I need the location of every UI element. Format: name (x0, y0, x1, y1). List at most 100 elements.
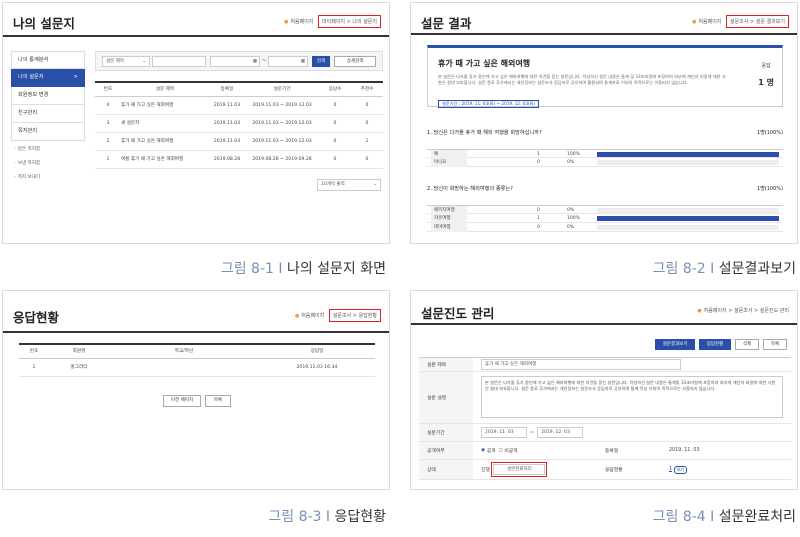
sidebar-sub-send[interactable]: · 쪽지 보내기 (11, 173, 85, 183)
previous-page-button[interactable]: 이전 페이지 (163, 395, 201, 407)
option-label: 테마여행 (431, 223, 467, 232)
response-table: 번호 회원명 학교/학년 응답일 1 홍그라더 2019.11.03 16:34 (19, 343, 375, 377)
cell: 0 (319, 150, 351, 169)
breadcrumb-highlight: 마이페이지 > 나의 설문지 (318, 15, 381, 28)
cell-title[interactable]: 여름 휴가 때 가고 싶은 해외여행 (121, 150, 209, 169)
option-label: 자유여행 (431, 214, 467, 223)
title-input[interactable]: 휴가 때 가고 싶은 해외여행 (481, 359, 681, 370)
table-row[interactable]: 2 휴가 때 가고 싶은 해외여행 2019.11.03 2019.11.03 ~ 2… (95, 132, 383, 151)
end-date-field[interactable]: ▦ (268, 56, 308, 67)
response-status-button[interactable]: 응답현황 (699, 339, 731, 350)
breadcrumb-home[interactable]: 처음페이지 (698, 19, 721, 25)
breadcrumb-home[interactable]: 처음페이지 (704, 308, 727, 314)
title-divider (3, 35, 389, 37)
sidebar-item-friends[interactable]: 친구관리 (11, 105, 85, 123)
cell (109, 358, 259, 377)
calendar-icon[interactable]: ▦ (253, 57, 257, 67)
cell-title[interactable]: 휴가 때 가고 싶은 해외여행 (121, 132, 209, 151)
row-period: 설문기간 2019. 11. 03 ~ 2019. 12. 03 (419, 424, 791, 442)
label-title: 설문 제목 (419, 358, 473, 371)
cell: 0 (319, 132, 351, 151)
breadcrumb-survey[interactable]: 설문조사 (730, 19, 748, 25)
start-date-field[interactable]: 2019. 11. 03 (481, 427, 527, 438)
search-button[interactable]: 검색 (312, 56, 330, 67)
sidebar-sub-sent[interactable]: · 보낸 쪽지함 (11, 159, 85, 169)
breadcrumb-survey[interactable]: 설문조사 (333, 313, 351, 319)
breadcrumb-survey[interactable]: 설문조사 (734, 308, 752, 314)
view-responses-button[interactable]: 보기 (673, 465, 687, 474)
sidebar-sub-inbox[interactable]: · 받은 쪽지함 (11, 145, 85, 155)
sidebar-item-stats[interactable]: 나의 통계분석 (11, 51, 85, 69)
list-button[interactable]: 목록 (205, 395, 231, 407)
sidebar-item-my-survey[interactable]: 나의 설문지 > (11, 69, 85, 87)
calendar-icon[interactable]: ▦ (301, 57, 305, 67)
question-2-results: 패키지여행 0 0% 자유여행 1 100% 테마여행 0 0% (427, 205, 783, 232)
response-status-screenshot: 응답현황 ● 처음페이지 설문조사 > 응답현황 번호 회원명 학교/학년 응답일… (2, 290, 390, 490)
search-type-select[interactable]: 설문 제목 ⌄ (102, 56, 150, 67)
select-value: 설문 제목 (106, 59, 124, 64)
breadcrumb-home[interactable]: 처음페이지 (301, 313, 324, 319)
status-text: 진행 (481, 468, 490, 473)
start-date-field[interactable]: ▦ (210, 56, 260, 67)
cell: 2019.11.03 ~ 2019.12.03 (245, 96, 319, 115)
page-size-select[interactable]: 10개씩 출력 ⌄ (317, 179, 381, 191)
sidebar-item-messages[interactable]: 쪽지관리 (11, 123, 85, 141)
complete-survey-button[interactable]: 설문완료처리 (493, 464, 546, 475)
survey-period: 설문기간 : 2019. 11. 03(화) ~ 2019. 12. 03(화) (438, 100, 540, 108)
survey-result-screenshot: 설문 결과 ● 처음페이지 설문조사 > 설문 결과보기 휴가 때 가고 싶은 해… (410, 2, 798, 244)
figure-caption-4: 그림 8-4 I 설문완료처리 (653, 506, 796, 526)
table-row[interactable]: 3새 설문지 2019.11.03 2019.11.03 ~ 2019.12.03 0… (95, 114, 383, 133)
table-row[interactable]: 4 휴가 때 가고 싶은 해외여행 2019.11.03 2019.11.03 ~ 2… (95, 96, 383, 115)
cell: 2019.11.03 (209, 114, 245, 133)
sidebar-item-profile[interactable]: 회원정보 변경 (11, 87, 85, 105)
table-row[interactable]: 1 홍그라더 2019.11.03 16:34 (19, 358, 375, 377)
end-date-field[interactable]: 2019. 12. 03 (537, 427, 584, 438)
result-row: 아니요 0 0% (427, 158, 783, 167)
date-value: 2019. 12. 03 (541, 430, 570, 435)
result-row: 자유여행 1 100% (427, 214, 783, 223)
label-status: 상태 (419, 460, 473, 479)
label-period: 설문기간 (419, 424, 473, 441)
home-icon: ● (294, 313, 300, 319)
delete-button[interactable]: 삭제 (735, 339, 759, 350)
list-button[interactable]: 목록 (763, 339, 787, 350)
col-member: 회원명 (49, 343, 109, 359)
breadcrumb-home[interactable]: 처음페이지 (290, 19, 313, 25)
cell-title[interactable]: 휴가 때 가고 싶은 해외여행 (121, 96, 209, 115)
survey-table: 번호 설문 제목 등록일 설문기간 응답수 추천수 4 휴가 때 가고 싶은 해외… (95, 81, 383, 169)
page-title: 응답현황 (13, 310, 60, 325)
cell: 2019.11.03 ~ 2019.12.03 (245, 114, 319, 133)
result-row: 테마여행 0 0% (427, 223, 783, 232)
col-title: 설문 제목 (121, 81, 209, 97)
cell: 2019.11.03 16:34 (259, 358, 375, 377)
date-separator: ~ (530, 429, 535, 436)
cell: 0 (351, 114, 383, 133)
option-label: 아니요 (431, 158, 467, 167)
description-textarea[interactable]: 본 설문은 다가올 휴가 중인에 가고 싶은 해외여행에 대한 의견을 묻는 설… (481, 376, 783, 418)
option-bar (597, 225, 779, 230)
figure-number: 그림 8-4 I (652, 509, 719, 525)
my-survey-screenshot: 나의 설문지 ● 처음페이지 마이페이지 > 나의 설문지 나의 통계분석 나의 … (2, 2, 390, 244)
table-row[interactable]: 1 여름 휴가 때 가고 싶은 해외여행 2019.08.28 2019.08.28 … (95, 150, 383, 169)
col-date: 등록일 (209, 81, 245, 97)
view-results-button[interactable]: 설문결과보기 (655, 339, 695, 350)
figure-text: 나의 설문지 화면 (286, 261, 386, 277)
option-count: 0 (537, 160, 540, 165)
detail-search-button[interactable]: 상세검색 (334, 56, 376, 67)
date-separator: ~ (262, 58, 267, 64)
breadcrumb-mypage[interactable]: 마이페이지 (322, 19, 345, 25)
sidebar: 나의 통계분석 나의 설문지 > 회원정보 변경 친구관리 쪽지관리 · 받은 쪽… (11, 51, 85, 183)
col-number: 번호 (19, 343, 49, 359)
response-count-link[interactable]: 1 (669, 467, 672, 472)
col-number: 번호 (95, 81, 121, 97)
search-input[interactable] (152, 56, 206, 67)
radio-public[interactable]: ◉ (481, 448, 485, 453)
cell-title[interactable]: 새 설문지 (121, 114, 209, 133)
figure-number: 그림 8-3 I (268, 509, 335, 525)
breadcrumb-current: 설문 결과보기 (755, 19, 785, 25)
chevron-down-icon: ⌄ (142, 59, 146, 64)
figure-number: 그림 8-2 I (652, 261, 719, 277)
label-description: 설문 설명 (419, 372, 473, 423)
date-value: 2019. 11. 03 (485, 430, 514, 435)
radio-private[interactable]: ○ (499, 448, 503, 453)
